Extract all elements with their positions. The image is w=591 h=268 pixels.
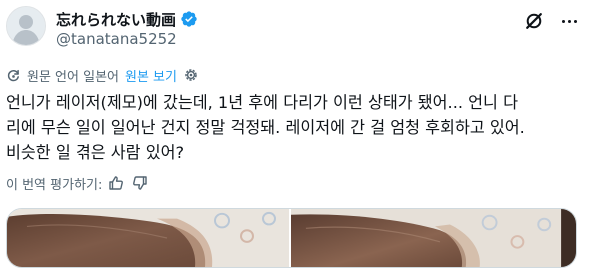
verified-badge-icon xyxy=(181,11,197,27)
show-original-link[interactable]: 원본 보기 xyxy=(125,66,177,85)
translate-icon xyxy=(7,69,19,81)
avatar[interactable] xyxy=(6,6,46,46)
tweet-text-line: 언니가 레이저(제모)에 갔는데, 1년 후에 다리가 이런 상태가 됐어...… xyxy=(6,93,518,112)
translation-row: 원문 언어 일본어 원본 보기 xyxy=(6,66,199,85)
gear-icon[interactable] xyxy=(183,67,199,83)
media-image[interactable] xyxy=(291,209,576,267)
translation-source-label: 원문 언어 일본어 xyxy=(27,69,119,85)
rate-translation-label: 이 번역 평가하기: xyxy=(6,177,103,193)
tweet-text-line: 비슷한 일 겪은 사람 있어? xyxy=(6,143,185,162)
display-name-row[interactable]: 忘れられない動画 xyxy=(56,9,198,29)
thumbs-up-icon[interactable] xyxy=(108,175,124,191)
display-name[interactable]: 忘れられない動画 xyxy=(56,9,176,30)
media-image[interactable] xyxy=(7,209,289,267)
grok-slash-icon[interactable] xyxy=(524,11,544,31)
more-dots-icon[interactable] xyxy=(557,10,581,32)
tweet-text-line: 리에 무슨 일이 일어난 건지 정말 걱정돼. 레이저에 간 걸 엄청 후회하고… xyxy=(6,118,525,137)
thumbs-down-icon[interactable] xyxy=(132,175,148,191)
rate-translation-row: 이 번역 평가하기: xyxy=(6,174,148,193)
media-grid xyxy=(6,208,577,268)
user-handle[interactable]: @tanatana5252 xyxy=(56,30,177,48)
tweet-text: 언니가 레이저(제모)에 갔는데, 1년 후에 다리가 이런 상태가 됐어...… xyxy=(6,90,586,165)
